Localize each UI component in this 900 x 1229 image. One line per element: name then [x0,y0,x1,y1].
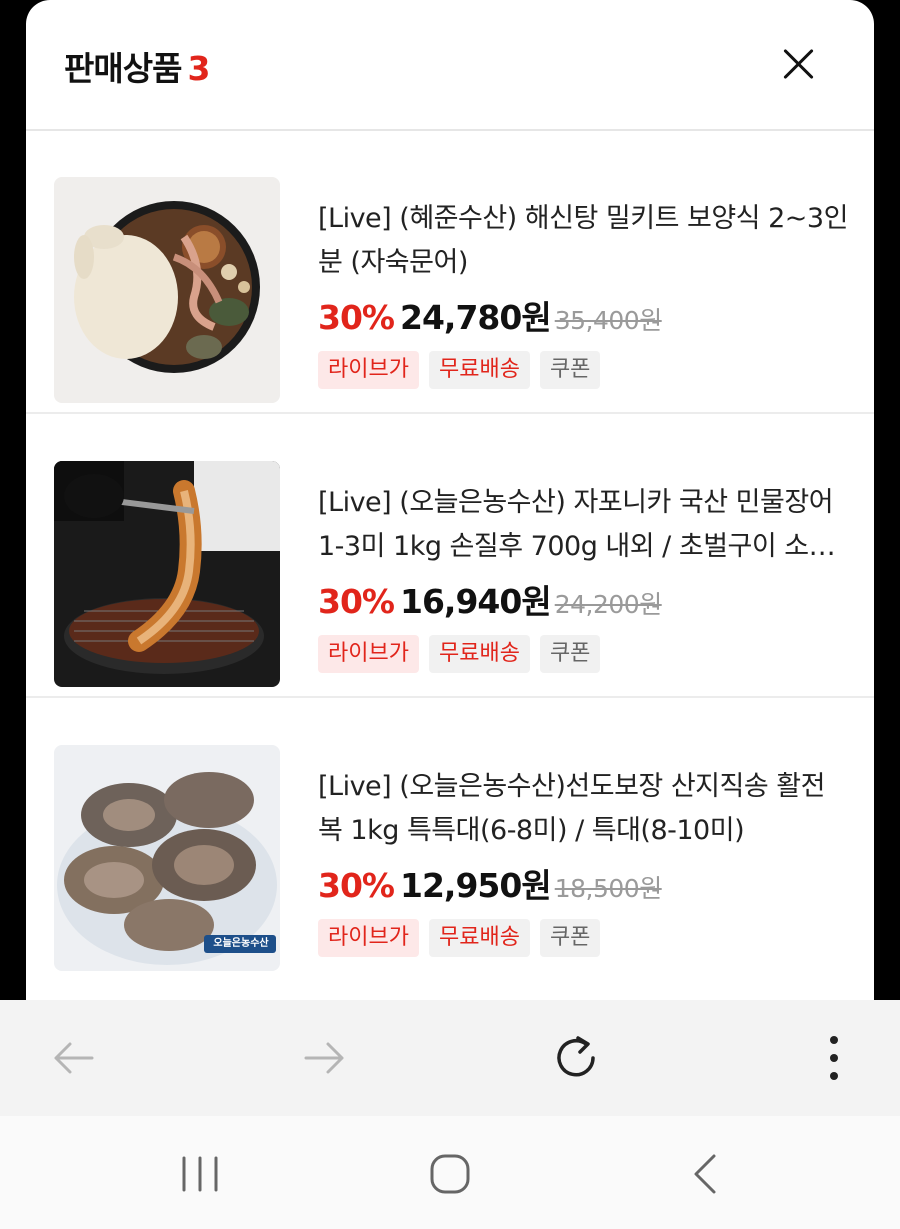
badge-coupon: 쿠폰 [539,919,601,957]
product-image-haesintang[interactable] [54,177,280,403]
list-item[interactable]: [Live] (혜준수산) 해신탕 밀키트 보양식 2~3인분 (자숙문어) 3… [26,131,874,414]
product-count: 3 [187,49,210,88]
badge-free-shipping: 무료배송 [428,919,530,957]
reload-icon[interactable] [548,1030,604,1086]
back-icon[interactable] [676,1144,736,1204]
badge-coupon: 쿠폰 [539,351,601,389]
forward-arrow-icon[interactable] [296,1030,352,1086]
back-arrow-icon[interactable] [46,1030,102,1086]
badge-live-price: 라이브가 [318,635,419,673]
product-image-abalone[interactable]: 오늘은농수산 [54,745,280,971]
product-name[interactable]: [Live] (오늘은농수산) 자포니카 국산 민물장어 1-3미 1kg 손질… [318,481,848,569]
product-name[interactable]: [Live] (혜준수산) 해신탕 밀키트 보양식 2~3인분 (자숙문어) [318,197,848,285]
badge-live-price: 라이브가 [318,919,419,957]
sale-price: 16,940원 [400,582,552,621]
badge-row: 라이브가 무료배송 쿠폰 [318,919,601,957]
browser-toolbar [0,1000,900,1116]
image-caption: 오늘은농수산 [213,938,269,949]
product-image-eel[interactable] [54,461,280,687]
recent-apps-icon[interactable] [170,1144,230,1204]
badge-row: 라이브가 무료배송 쿠폰 [318,635,601,673]
title-label: 판매상품 [64,49,182,88]
home-icon[interactable] [420,1144,480,1204]
discount-rate: 30% [318,866,395,905]
list-item[interactable]: 오늘은농수산 [Live] (오늘은농수산)선도보장 산지직송 활전복 1kg … [26,699,874,982]
discount-rate: 30% [318,582,395,621]
badge-free-shipping: 무료배송 [428,351,530,389]
price-row: 30% 12,950원 18,500원 [318,859,662,907]
list-item[interactable]: [Live] (오늘은농수산) 자포니카 국산 민물장어 1-3미 1kg 손질… [26,415,874,698]
price-row: 30% 24,780원 35,400원 [318,291,662,339]
sale-price: 24,780원 [400,298,552,337]
product-name[interactable]: [Live] (오늘은농수산)선도보장 산지직송 활전복 1kg 특특대(6-8… [318,765,848,853]
badge-coupon: 쿠폰 [539,635,601,673]
page-title: 판매상품 3 [64,42,210,90]
discount-rate: 30% [318,298,395,337]
close-icon[interactable] [778,44,818,84]
price-row: 30% 16,940원 24,200원 [318,575,662,623]
product-list-sheet: 판매상품 3 [Live] (혜준수산) 해신탕 밀키트 보양식 2~3인분 (… [26,0,874,1000]
system-navigation-bar [0,1116,900,1229]
sale-price: 12,950원 [400,866,552,905]
sheet-corner-mask [26,0,874,24]
original-price: 35,400원 [554,306,662,335]
more-vertical-icon[interactable] [806,1030,862,1086]
original-price: 24,200원 [554,590,662,619]
original-price: 18,500원 [554,874,662,903]
badge-free-shipping: 무료배송 [428,635,530,673]
badge-live-price: 라이브가 [318,351,419,389]
badge-row: 라이브가 무료배송 쿠폰 [318,351,601,389]
